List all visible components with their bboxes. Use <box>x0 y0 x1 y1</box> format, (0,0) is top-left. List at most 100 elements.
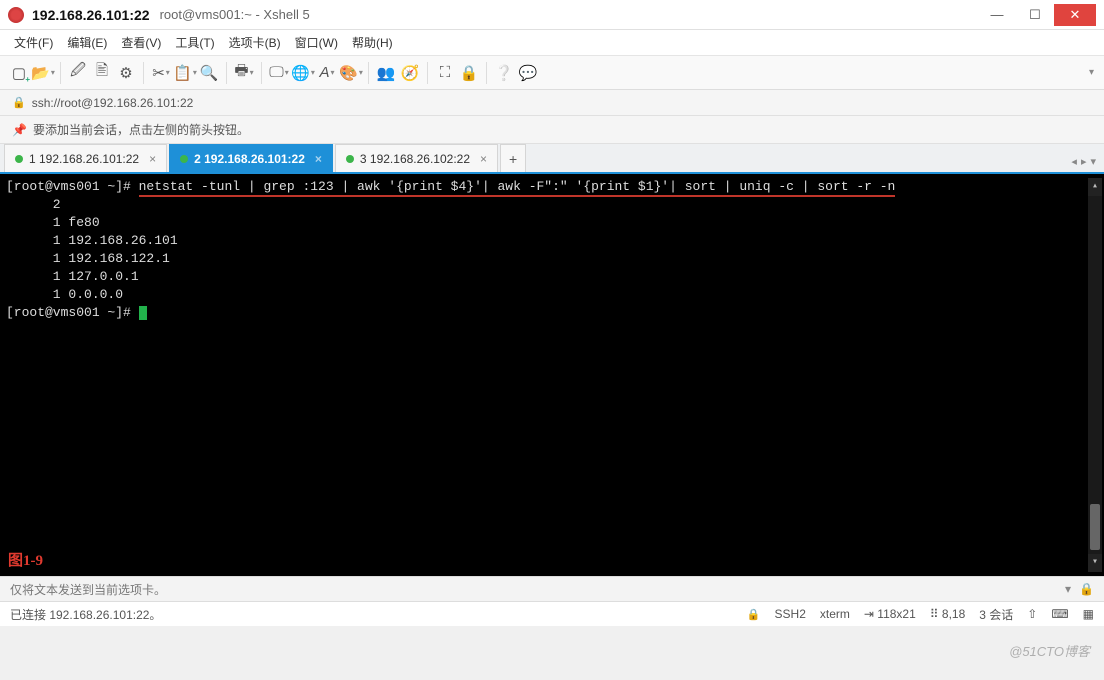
toolbar-separator <box>368 62 369 84</box>
window-title-sub: root@vms001:~ - Xshell 5 <box>160 7 310 22</box>
toolbar-separator <box>226 62 227 84</box>
status-lock-icon: 🔒 <box>747 608 761 621</box>
open-session-icon[interactable]: 📂 <box>34 64 52 82</box>
copy-icon[interactable]: ✂ <box>152 64 170 82</box>
terminal-cursor <box>139 306 147 320</box>
toolbar-overflow-icon[interactable]: ▾ <box>1089 67 1094 78</box>
toolbar-separator <box>143 62 144 84</box>
titlebar: 192.168.26.101:22 root@vms001:~ - Xshell… <box>0 0 1104 30</box>
terminal-output-line: 1 127.0.0.1 <box>6 269 139 284</box>
session-tab-3[interactable]: 3 192.168.26.102:22 × <box>335 144 498 172</box>
globe-icon[interactable]: 🌐 <box>294 64 312 82</box>
toolbar-separator <box>261 62 262 84</box>
toolbar-separator <box>60 62 61 84</box>
terminal-output-line: 1 0.0.0.0 <box>6 287 123 302</box>
terminal-prompt: [root@vms001 ~]# <box>6 179 139 194</box>
status-connection: 已连接 192.168.26.101:22。 <box>10 606 161 623</box>
toolbar-separator <box>486 62 487 84</box>
status-cap-icon: ⇧ <box>1027 607 1037 621</box>
status-cursor-pos: 8,18 <box>942 607 965 621</box>
status-size: 118x21 <box>877 607 915 621</box>
menu-file[interactable]: 文件(F) <box>14 34 53 51</box>
add-tab-button[interactable]: + <box>500 144 526 172</box>
status-protocol: SSH2 <box>775 607 806 621</box>
font-icon[interactable]: A <box>318 64 336 82</box>
new-session-icon[interactable]: ▢ <box>10 64 28 82</box>
color-icon[interactable]: 🎨 <box>342 64 360 82</box>
hint-text: 要添加当前会话，点击左侧的箭头按钮。 <box>33 121 249 138</box>
session-tab-2[interactable]: 2 192.168.26.101:22 × <box>169 144 333 172</box>
print-icon[interactable]: 🖶 <box>235 64 253 82</box>
properties-icon[interactable]: ⚙ <box>117 64 135 82</box>
terminal-output-line: 1 fe80 <box>6 215 100 230</box>
tab-label: 1 192.168.26.101:22 <box>29 152 139 166</box>
screen-icon[interactable]: 🖵 <box>270 64 288 82</box>
close-button[interactable]: ✕ <box>1054 4 1096 26</box>
tab-label: 2 192.168.26.101:22 <box>194 152 305 166</box>
status-dot-icon <box>15 155 23 163</box>
send-bar: 仅将文本发送到当前选项卡。 ▾ 🔒 <box>0 576 1104 602</box>
tab-close-icon[interactable]: × <box>480 152 487 166</box>
menu-help[interactable]: 帮助(H) <box>352 34 393 51</box>
address-lock-icon: 🔒 <box>12 96 26 109</box>
terminal-output-line: 1 192.168.26.101 <box>6 233 178 248</box>
send-placeholder[interactable]: 仅将文本发送到当前选项卡。 <box>10 581 166 598</box>
toolbar-separator <box>427 62 428 84</box>
chat-icon[interactable]: 💬 <box>519 64 537 82</box>
scroll-down-icon[interactable]: ▾ <box>1088 554 1102 572</box>
terminal[interactable]: [root@vms001 ~]# netstat -tunl | grep :1… <box>0 174 1104 576</box>
paste-icon[interactable]: 📋 <box>176 64 194 82</box>
status-num-icon: ⌨ <box>1051 607 1068 621</box>
menu-tabs[interactable]: 选项卡(B) <box>229 34 281 51</box>
send-bar-controls: ▾ 🔒 <box>1065 582 1094 596</box>
scroll-thumb[interactable] <box>1090 504 1100 550</box>
send-lock-icon[interactable]: 🔒 <box>1079 582 1094 596</box>
terminal-output-line: 1 192.168.122.1 <box>6 251 170 266</box>
tab-label: 3 192.168.26.102:22 <box>360 152 470 166</box>
maximize-button[interactable]: ☐ <box>1016 4 1054 26</box>
tab-bar: 1 192.168.26.101:22 × 2 192.168.26.101:2… <box>0 144 1104 174</box>
menubar: 文件(F) 编辑(E) 查看(V) 工具(T) 选项卡(B) 窗口(W) 帮助(… <box>0 30 1104 56</box>
address-url[interactable]: ssh://root@192.168.26.101:22 <box>32 96 194 110</box>
disconnect-icon[interactable]: 🖹 <box>93 64 111 82</box>
terminal-prompt: [root@vms001 ~]# <box>6 305 139 320</box>
window-controls: — ☐ ✕ <box>978 4 1096 26</box>
scroll-track[interactable] <box>1088 196 1102 554</box>
lock-icon[interactable]: 🔒 <box>460 64 478 82</box>
compass-icon[interactable]: 🧭 <box>401 64 419 82</box>
session-tab-1[interactable]: 1 192.168.26.101:22 × <box>4 144 167 172</box>
menu-window[interactable]: 窗口(W) <box>295 34 338 51</box>
scroll-up-icon[interactable]: ▴ <box>1088 178 1102 196</box>
app-icon <box>8 7 24 23</box>
terminal-scrollbar[interactable]: ▴ ▾ <box>1088 178 1102 572</box>
status-sessions: 3 会话 <box>979 606 1013 623</box>
menu-tools[interactable]: 工具(T) <box>175 34 214 51</box>
figure-label: 图1-9 <box>8 552 43 570</box>
toolbar: ▢ 📂 🖉 🖹 ⚙ ✂ 📋 🔍 🖶 🖵 🌐 A 🎨 👥 🧭 ⛶ 🔒 ❔ 💬 ▾ <box>0 56 1104 90</box>
menu-view[interactable]: 查看(V) <box>121 34 161 51</box>
address-bar: 🔒 ssh://root@192.168.26.101:22 <box>0 90 1104 116</box>
tab-close-icon[interactable]: × <box>315 152 322 166</box>
tab-next-icon[interactable]: ▸ <box>1081 155 1087 168</box>
reconnect-icon[interactable]: 🖉 <box>69 64 87 82</box>
users-icon[interactable]: 👥 <box>377 64 395 82</box>
tab-prev-icon[interactable]: ◂ <box>1071 155 1077 168</box>
terminal-command: netstat -tunl | grep :123 | awk '{print … <box>139 179 896 197</box>
fullscreen-icon[interactable]: ⛶ <box>436 64 454 82</box>
pin-icon[interactable]: 📌 <box>12 123 27 137</box>
status-bar: 已连接 192.168.26.101:22。 🔒 SSH2 xterm ⇥ 11… <box>0 602 1104 626</box>
find-icon[interactable]: 🔍 <box>200 64 218 82</box>
send-dropdown-icon[interactable]: ▾ <box>1065 582 1071 596</box>
status-dot-icon <box>180 155 188 163</box>
status-term: xterm <box>820 607 850 621</box>
tab-menu-icon[interactable]: ▾ <box>1090 155 1096 168</box>
status-dot-icon <box>346 155 354 163</box>
tab-close-icon[interactable]: × <box>149 152 156 166</box>
menu-edit[interactable]: 编辑(E) <box>67 34 107 51</box>
hint-bar: 📌 要添加当前会话，点击左侧的箭头按钮。 <box>0 116 1104 144</box>
minimize-button[interactable]: — <box>978 4 1016 26</box>
window-title-main: 192.168.26.101:22 <box>32 7 150 23</box>
status-grid-icon[interactable]: ▦ <box>1083 607 1094 621</box>
tab-nav: ◂ ▸ ▾ <box>1071 155 1096 168</box>
help-icon[interactable]: ❔ <box>495 64 513 82</box>
